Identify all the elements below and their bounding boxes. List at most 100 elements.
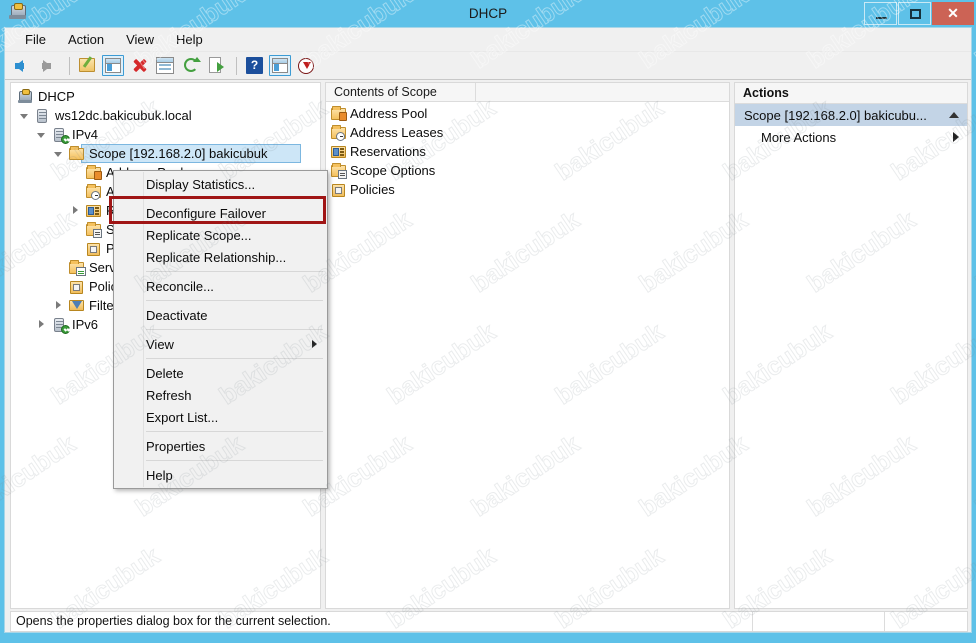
ctx-view[interactable]: View (114, 333, 327, 355)
column-header-row: Contents of Scope (326, 83, 729, 102)
folder-icon (68, 145, 85, 162)
list-item-label: Scope Options (350, 163, 436, 178)
expander-open-icon[interactable] (20, 110, 32, 122)
ctx-help[interactable]: Help (114, 464, 327, 486)
tree-node-dhcp[interactable]: DHCP (17, 87, 75, 106)
context-menu-item-label: View (146, 336, 174, 352)
list-item-address-pool[interactable]: Address Pool (330, 104, 427, 123)
list-item-reservations[interactable]: Reservations (330, 142, 426, 161)
server-options-icon (68, 259, 86, 276)
context-menu-separator (146, 358, 323, 359)
status-bar: Opens the properties dialog box for the … (10, 611, 968, 632)
ctx-reconcile[interactable]: Reconcile... (114, 275, 327, 297)
back-arrow-icon[interactable] (12, 54, 36, 78)
window-title: DHCP (468, 6, 508, 21)
context-menu-item-label: Replicate Relationship... (146, 249, 287, 265)
ctx-properties[interactable]: Properties (114, 435, 327, 457)
context-menu-separator (146, 198, 323, 199)
tree-node-server[interactable]: ws12dc.bakicubuk.local (34, 106, 192, 125)
submenu-arrow-icon[interactable] (953, 132, 959, 142)
window-controls: ✕ (863, 2, 974, 25)
ctx-delete[interactable]: Delete (114, 362, 327, 384)
tree-node-label: IPv6 (72, 317, 99, 332)
submenu-arrow-icon[interactable] (312, 340, 317, 348)
address-pool-icon (85, 164, 102, 181)
expander-closed-icon[interactable] (71, 205, 83, 217)
context-menu-item-label: Display Statistics... (146, 176, 256, 192)
list-item-label: Policies (350, 182, 395, 197)
ctx-replicate-scope[interactable]: Replicate Scope... (114, 224, 327, 246)
center-pane[interactable]: Contents of Scope Address Pool Address Le… (325, 82, 730, 609)
show-action-pane-icon[interactable] (268, 54, 292, 78)
up-folder-icon[interactable] (75, 54, 99, 78)
actions-group-label: Scope [192.168.2.0] bakicubu... (744, 107, 927, 123)
context-menu-separator (146, 271, 323, 272)
properties-icon[interactable] (153, 54, 177, 78)
menu-view[interactable]: View (116, 30, 164, 49)
close-button[interactable]: ✕ (932, 2, 974, 25)
menu-help[interactable]: Help (166, 30, 213, 49)
tree-node-label: ws12dc.bakicubuk.local (55, 108, 192, 123)
context-menu-separator (146, 460, 323, 461)
expander-closed-icon[interactable] (54, 300, 66, 312)
tree-node-ipv4[interactable]: IPv4 (51, 125, 98, 144)
ctx-replicate-relationship[interactable]: Replicate Relationship... (114, 246, 327, 268)
mmc-window: File Action View Help ? DHCP ws12dc.bakicubu… (4, 27, 972, 633)
reservations-icon (85, 203, 102, 219)
delete-icon[interactable] (127, 54, 151, 78)
ctx-deconfigure-failover[interactable]: Deconfigure Failover (114, 202, 327, 224)
server-ok-icon (51, 127, 70, 144)
context-menu-item-label: Properties (146, 438, 206, 454)
context-menu-separator (146, 329, 323, 330)
actions-group-scope[interactable]: Scope [192.168.2.0] bakicubu... (735, 104, 967, 126)
down-arrow-icon[interactable] (294, 54, 318, 78)
ctx-export-list[interactable]: Export List... (114, 406, 327, 428)
server-ok-icon (51, 317, 70, 334)
list-item-address-leases[interactable]: Address Leases (330, 123, 443, 142)
ctx-deactivate[interactable]: Deactivate (114, 304, 327, 326)
column-header-contents[interactable]: Contents of Scope (326, 83, 476, 102)
minimize-button[interactable] (864, 2, 897, 25)
forward-arrow-icon[interactable] (38, 54, 62, 78)
tree-node-label: IPv4 (72, 127, 99, 142)
menu-file[interactable]: File (15, 30, 56, 49)
expander-closed-icon[interactable] (37, 319, 49, 331)
ctx-refresh[interactable]: Refresh (114, 384, 327, 406)
menu-bar: File Action View Help (5, 28, 971, 52)
action-more-actions[interactable]: More Actions (735, 126, 967, 148)
show-hide-tree-icon[interactable] (101, 54, 125, 78)
context-menu-item-label: Deactivate (146, 307, 208, 323)
refresh-icon[interactable] (179, 54, 203, 78)
context-menu-item-label: Help (146, 467, 173, 483)
context-menu-item-label: Deconfigure Failover (146, 205, 266, 221)
maximize-button[interactable] (898, 2, 931, 25)
toolbar: ? (5, 52, 971, 80)
title-bar: DHCP ✕ (0, 0, 976, 27)
server-icon (34, 108, 51, 124)
status-bar-segment-1: Opens the properties dialog box for the … (11, 612, 753, 631)
list-item-label: Address Leases (350, 125, 444, 140)
list-item-policies[interactable]: Policies (330, 180, 395, 199)
reservations-icon (330, 144, 347, 160)
list-item-scope-options[interactable]: Scope Options (330, 161, 435, 180)
status-bar-segment-2 (753, 612, 885, 631)
help-icon[interactable]: ? (242, 54, 266, 78)
chevron-up-icon[interactable] (949, 112, 959, 118)
scope-options-icon (330, 162, 347, 179)
dhcp-root-icon (17, 88, 34, 105)
column-header-blank[interactable] (476, 83, 729, 102)
expander-open-icon[interactable] (37, 129, 49, 141)
context-menu-item-label: Refresh (146, 387, 192, 403)
context-menu-item-label: Reconcile... (146, 278, 214, 294)
ctx-display-statistics[interactable]: Display Statistics... (114, 173, 327, 195)
tree-node-ipv6[interactable]: IPv6 (51, 315, 98, 334)
status-bar-segment-3 (885, 612, 967, 631)
scope-options-icon (85, 221, 102, 238)
list-item-label: Reservations (350, 144, 426, 159)
context-menu-item-label: Delete (146, 365, 184, 381)
tree-node-scope[interactable]: Scope [192.168.2.0] bakicubuk (68, 144, 268, 163)
context-menu[interactable]: Display Statistics... Deconfigure Failove… (109, 170, 328, 489)
expander-open-icon[interactable] (54, 148, 66, 160)
menu-action[interactable]: Action (58, 30, 114, 49)
export-list-icon[interactable] (205, 54, 229, 78)
